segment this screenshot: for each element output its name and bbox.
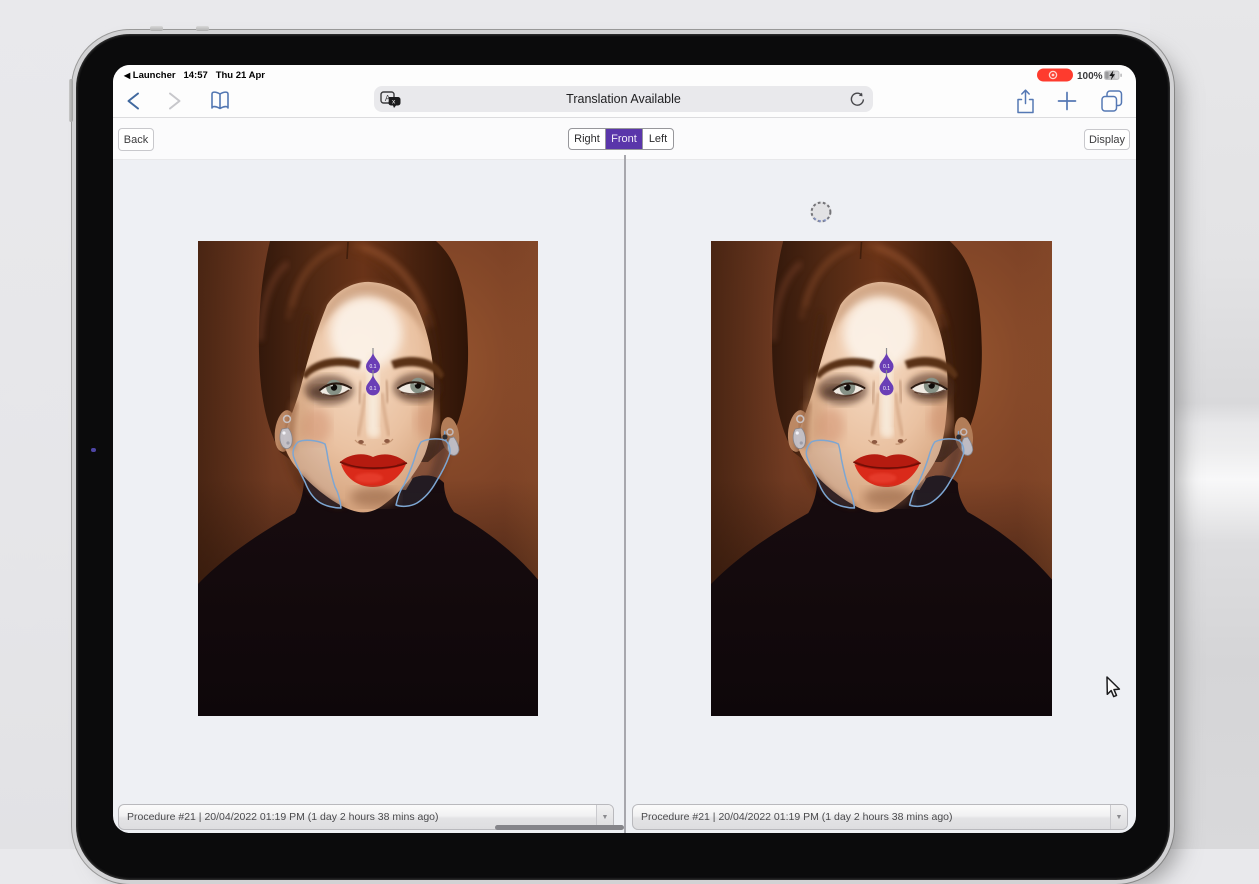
svg-text:100%: 100% xyxy=(1077,71,1103,82)
